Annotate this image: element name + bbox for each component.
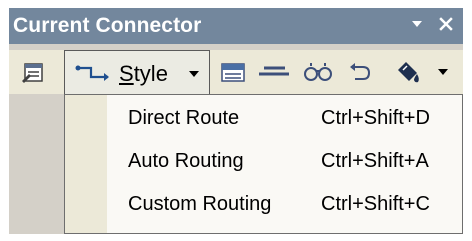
dropdown-arrow-icon — [189, 71, 199, 77]
style-dropdown-menu: Direct Route Ctrl+Shift+D Auto Routing C… — [64, 94, 463, 234]
style-button[interactable]: Style — [64, 50, 210, 94]
fill-bucket-icon[interactable] — [392, 55, 424, 89]
current-connector-window: Current Connector Style Direct Route Ctr… — [9, 8, 463, 234]
menu-item-label: Direct Route — [128, 107, 240, 129]
style-button-label: Style — [119, 61, 168, 86]
menu-item-shortcut: Ctrl+Shift+C — [321, 193, 430, 215]
menu-item-label: Auto Routing — [128, 150, 244, 172]
connector-style-icon — [73, 56, 113, 90]
close-icon[interactable] — [434, 12, 458, 36]
menu-item-label: Custom Routing — [128, 193, 272, 215]
window-title: Current Connector — [13, 14, 202, 37]
menu-item-custom-routing[interactable]: Custom Routing Ctrl+Shift+C — [65, 183, 462, 226]
fill-dropdown-icon[interactable] — [433, 55, 453, 89]
menu-item-direct-route[interactable]: Direct Route Ctrl+Shift+D — [65, 97, 462, 140]
toolbar: Style — [9, 50, 463, 94]
line-icon[interactable] — [254, 55, 294, 89]
menu-item-shortcut: Ctrl+Shift+D — [321, 107, 430, 129]
title-bar[interactable]: Current Connector — [9, 8, 463, 44]
title-dropdown-icon[interactable] — [405, 12, 429, 36]
link-icon[interactable] — [300, 55, 336, 89]
menu-item-auto-routing[interactable]: Auto Routing Ctrl+Shift+A — [65, 140, 462, 183]
undo-icon[interactable] — [345, 55, 375, 89]
label-icon[interactable] — [217, 55, 249, 89]
menu-item-shortcut: Ctrl+Shift+A — [321, 150, 429, 172]
properties-icon[interactable] — [17, 55, 51, 89]
